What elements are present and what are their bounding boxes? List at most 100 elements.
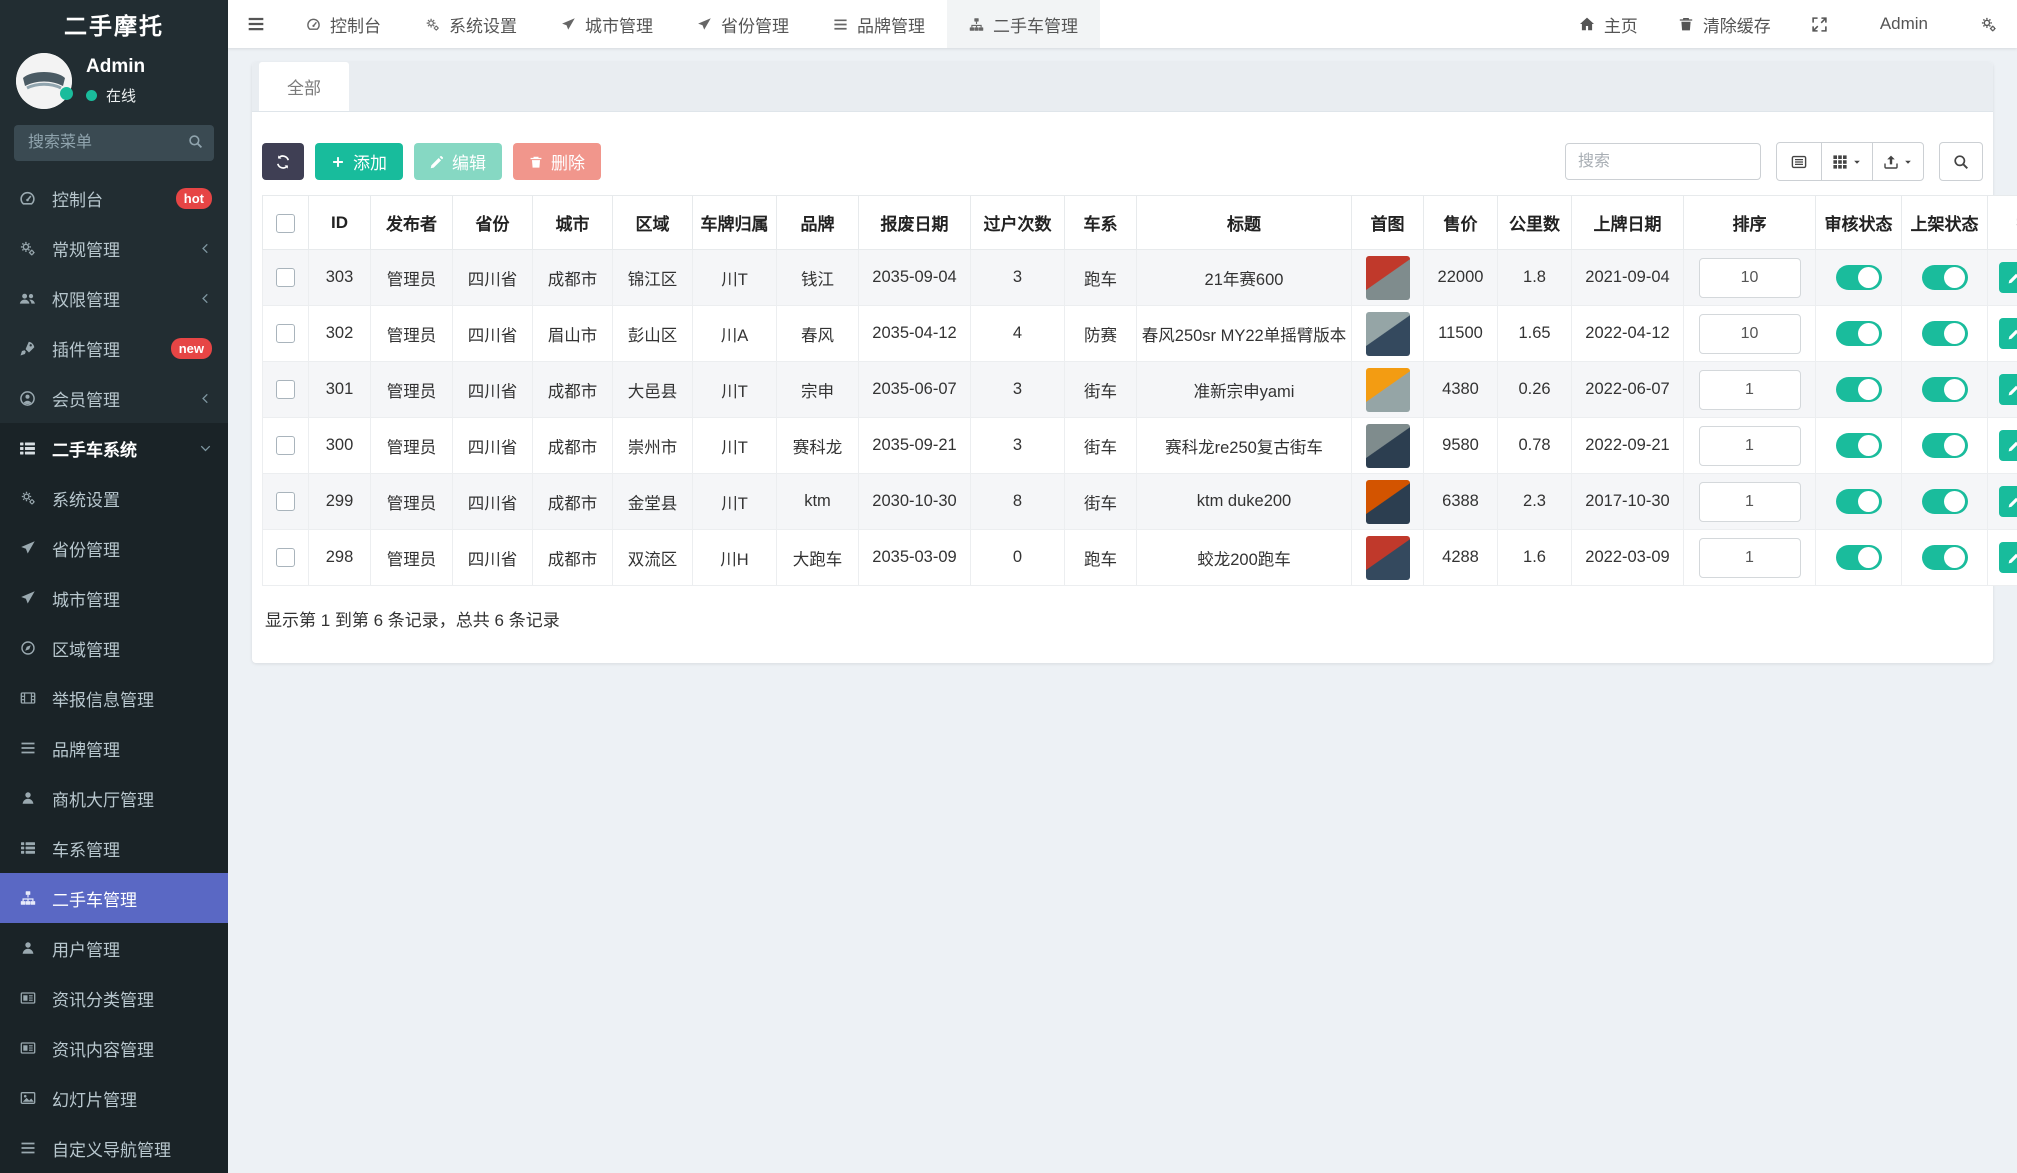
topbar-tab[interactable]: 省份管理 xyxy=(675,0,811,48)
settings-gear-button[interactable] xyxy=(1960,0,2017,48)
audit-status-toggle[interactable] xyxy=(1836,377,1882,402)
export-button[interactable] xyxy=(1872,142,1924,181)
sort-input[interactable] xyxy=(1699,314,1801,354)
column-header[interactable]: 区域 xyxy=(613,196,693,250)
row-edit-button[interactable] xyxy=(1999,430,2017,461)
column-header[interactable]: 报废日期 xyxy=(859,196,971,250)
column-header[interactable]: 品牌 xyxy=(777,196,859,250)
topbar-tab[interactable]: 控制台 xyxy=(284,0,403,48)
topbar-tab[interactable]: 系统设置 xyxy=(403,0,539,48)
sidebar-item[interactable]: 会员管理 xyxy=(0,373,228,423)
sort-input[interactable] xyxy=(1699,482,1801,522)
row-checkbox[interactable] xyxy=(276,548,295,567)
sidebar-section-toggle[interactable]: 二手车系统 xyxy=(0,423,228,473)
row-checkbox[interactable] xyxy=(276,492,295,511)
sidebar-subitem[interactable]: 省份管理 xyxy=(0,523,228,573)
sidebar-subitem[interactable]: 品牌管理 xyxy=(0,723,228,773)
column-header[interactable]: 标题 xyxy=(1137,196,1352,250)
column-header[interactable]: 城市 xyxy=(533,196,613,250)
row-thumbnail[interactable] xyxy=(1366,256,1410,300)
shelf-status-toggle[interactable] xyxy=(1922,489,1968,514)
fullscreen-button[interactable] xyxy=(1791,0,1848,48)
delete-button[interactable]: 删除 xyxy=(513,143,601,180)
table-search-input[interactable] xyxy=(1565,143,1761,180)
sidebar-subitem[interactable]: 自定义导航管理 xyxy=(0,1123,228,1173)
row-thumbnail[interactable] xyxy=(1366,368,1410,412)
row-thumbnail[interactable] xyxy=(1366,480,1410,524)
audit-status-toggle[interactable] xyxy=(1836,321,1882,346)
column-header[interactable]: 发布者 xyxy=(371,196,453,250)
add-button[interactable]: 添加 xyxy=(315,143,403,180)
topbar-tab-label: 品牌管理 xyxy=(857,12,925,37)
table-search-button[interactable] xyxy=(1939,142,1983,181)
row-thumbnail[interactable] xyxy=(1366,424,1410,468)
sidebar-subitem[interactable]: 二手车管理 xyxy=(0,873,228,923)
sidebar-subitem[interactable]: 商机大厅管理 xyxy=(0,773,228,823)
column-header[interactable]: 上牌日期 xyxy=(1572,196,1684,250)
sidebar-item[interactable]: 控制台 hot xyxy=(0,173,228,223)
user-menu[interactable]: Admin xyxy=(1848,0,1960,48)
column-header[interactable]: 公里数 xyxy=(1498,196,1572,250)
column-header[interactable]: 售价 xyxy=(1424,196,1498,250)
row-checkbox[interactable] xyxy=(276,268,295,287)
row-thumbnail[interactable] xyxy=(1366,536,1410,580)
sort-input[interactable] xyxy=(1699,538,1801,578)
tab-all[interactable]: 全部 xyxy=(259,62,349,111)
row-edit-button[interactable] xyxy=(1999,262,2017,293)
sidebar-search-input[interactable] xyxy=(14,125,214,161)
row-thumbnail[interactable] xyxy=(1366,312,1410,356)
sidebar-subitem[interactable]: 资讯内容管理 xyxy=(0,1023,228,1073)
row-edit-button[interactable] xyxy=(1999,318,2017,349)
row-edit-button[interactable] xyxy=(1999,542,2017,573)
sidebar-toggle-button[interactable] xyxy=(228,0,284,48)
row-edit-button[interactable] xyxy=(1999,374,2017,405)
column-header[interactable]: 省份 xyxy=(453,196,533,250)
sort-input[interactable] xyxy=(1699,258,1801,298)
sidebar-subitem[interactable]: 车系管理 xyxy=(0,823,228,873)
column-header[interactable]: 首图 xyxy=(1352,196,1424,250)
column-header[interactable]: 过户次数 xyxy=(971,196,1065,250)
home-link[interactable]: 主页 xyxy=(1559,0,1658,48)
shelf-status-toggle[interactable] xyxy=(1922,433,1968,458)
row-checkbox[interactable] xyxy=(276,324,295,343)
column-header[interactable]: 上架状态 xyxy=(1902,196,1988,250)
row-checkbox[interactable] xyxy=(276,436,295,455)
sidebar-subitem[interactable]: 系统设置 xyxy=(0,473,228,523)
audit-status-toggle[interactable] xyxy=(1836,489,1882,514)
sidebar-item[interactable]: 权限管理 xyxy=(0,273,228,323)
audit-status-toggle[interactable] xyxy=(1836,265,1882,290)
column-header[interactable]: 车系 xyxy=(1065,196,1137,250)
row-checkbox[interactable] xyxy=(276,380,295,399)
topbar-tab[interactable]: 品牌管理 xyxy=(811,0,947,48)
column-header[interactable]: 车牌归属 xyxy=(693,196,777,250)
detail-view-button[interactable] xyxy=(1776,142,1822,181)
sidebar-subitem[interactable]: 用户管理 xyxy=(0,923,228,973)
sidebar-subitem[interactable]: 举报信息管理 xyxy=(0,673,228,723)
columns-button[interactable] xyxy=(1821,142,1873,181)
edit-button[interactable]: 编辑 xyxy=(414,143,502,180)
column-header[interactable]: ID xyxy=(309,196,371,250)
sort-input[interactable] xyxy=(1699,426,1801,466)
shelf-status-toggle[interactable] xyxy=(1922,321,1968,346)
audit-status-toggle[interactable] xyxy=(1836,545,1882,570)
sort-input[interactable] xyxy=(1699,370,1801,410)
clear-cache-button[interactable]: 清除缓存 xyxy=(1658,0,1791,48)
sidebar-subitem[interactable]: 资讯分类管理 xyxy=(0,973,228,1023)
topbar-tab[interactable]: 城市管理 xyxy=(539,0,675,48)
row-edit-button[interactable] xyxy=(1999,486,2017,517)
column-header[interactable]: 排序 xyxy=(1684,196,1816,250)
column-header[interactable]: 操作 xyxy=(1988,196,2017,250)
sidebar-subitem[interactable]: 区域管理 xyxy=(0,623,228,673)
topbar-tab[interactable]: 二手车管理 xyxy=(947,0,1100,48)
audit-status-toggle[interactable] xyxy=(1836,433,1882,458)
sidebar-item[interactable]: 插件管理 new xyxy=(0,323,228,373)
shelf-status-toggle[interactable] xyxy=(1922,377,1968,402)
refresh-button[interactable] xyxy=(262,143,304,180)
sidebar-subitem[interactable]: 幻灯片管理 xyxy=(0,1073,228,1123)
shelf-status-toggle[interactable] xyxy=(1922,265,1968,290)
sidebar-item[interactable]: 常规管理 xyxy=(0,223,228,273)
column-header[interactable]: 审核状态 xyxy=(1816,196,1902,250)
shelf-status-toggle[interactable] xyxy=(1922,545,1968,570)
sidebar-subitem[interactable]: 城市管理 xyxy=(0,573,228,623)
select-all-checkbox[interactable] xyxy=(276,214,295,233)
